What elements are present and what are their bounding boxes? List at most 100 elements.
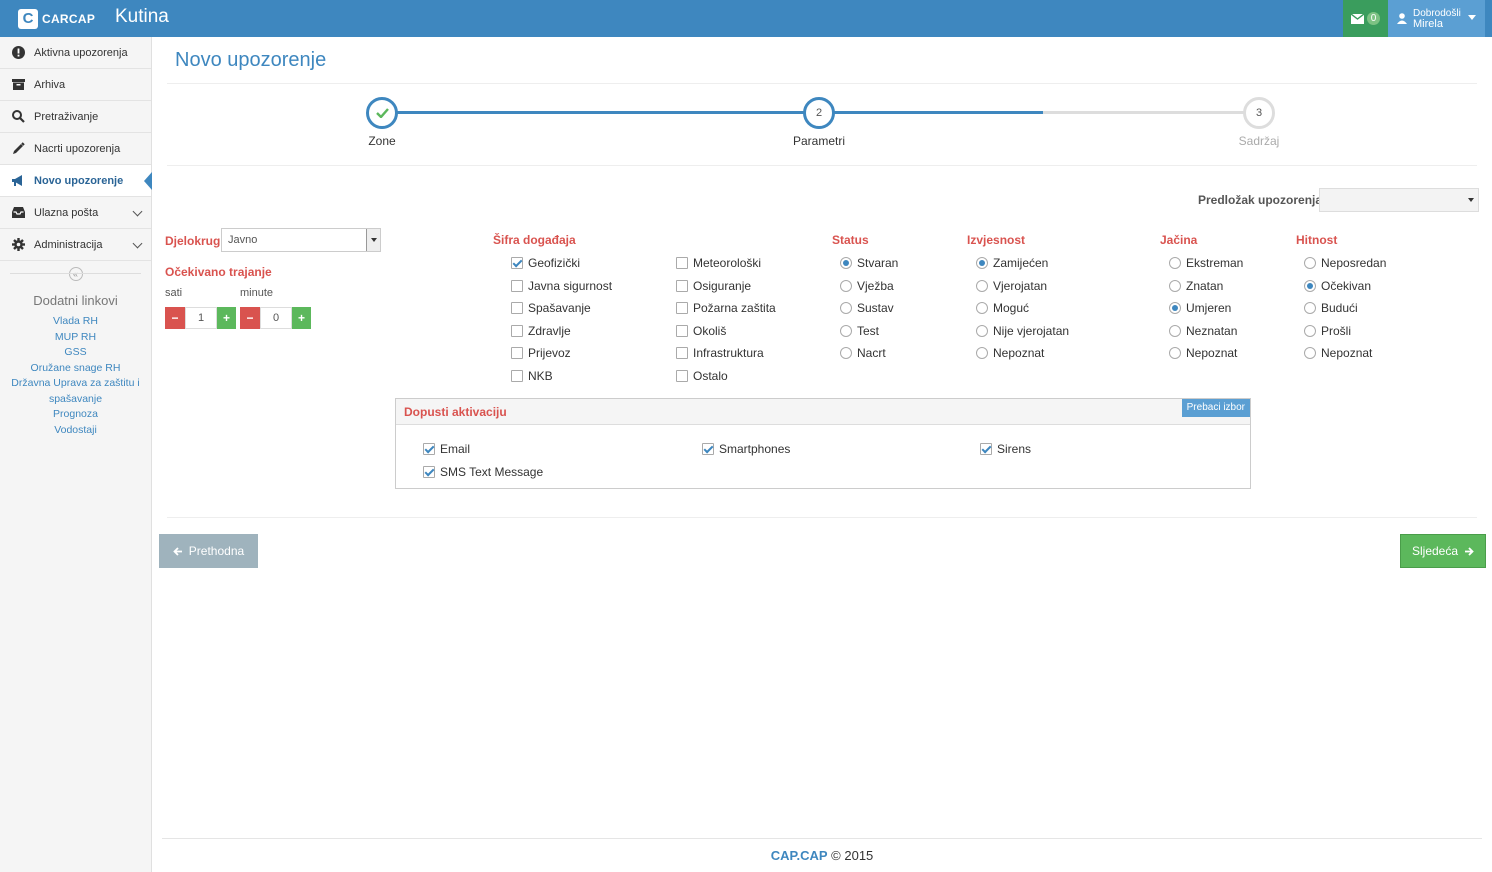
link-duzs[interactable]: Državna Uprava za zaštitu i spašavanje [6, 376, 146, 407]
radio[interactable] [1304, 257, 1316, 269]
minutes-increment-button[interactable]: + [292, 307, 311, 329]
radio[interactable] [1169, 347, 1181, 359]
link-vlada[interactable]: Vlada RH [0, 314, 151, 330]
event-code-option[interactable]: Javna sigurnost [511, 279, 612, 293]
sidebar-collapse-button[interactable]: « [68, 267, 83, 281]
hours-increment-button[interactable]: + [217, 307, 236, 329]
certainty-option[interactable]: Moguć [976, 301, 1029, 315]
radio[interactable] [976, 302, 988, 314]
minutes-input[interactable]: 0 [260, 307, 292, 329]
checkbox[interactable] [676, 369, 688, 382]
event-code-option[interactable]: Meteorološki [676, 256, 761, 270]
link-vodostaji[interactable]: Vodostaji [0, 423, 151, 439]
sidebar-item-administration[interactable]: Administracija [0, 229, 151, 261]
severity-option[interactable]: Nepoznat [1169, 346, 1237, 360]
checkbox[interactable] [511, 279, 523, 292]
channel-sms[interactable]: SMS Text Message [423, 465, 543, 479]
event-code-option[interactable]: Infrastruktura [676, 346, 764, 360]
wizard-step-zone[interactable] [366, 97, 398, 129]
radio[interactable] [1304, 302, 1316, 314]
radio[interactable] [840, 257, 852, 269]
messages-button[interactable]: 0 [1343, 0, 1388, 37]
link-prognoza[interactable]: Prognoza [0, 407, 151, 423]
certainty-option[interactable]: Nepoznat [976, 346, 1044, 360]
radio[interactable] [1169, 302, 1181, 314]
checkbox[interactable] [511, 257, 523, 269]
radio[interactable] [840, 347, 852, 359]
checkbox[interactable] [423, 443, 435, 455]
radio[interactable] [1304, 324, 1316, 337]
checkbox[interactable] [676, 257, 688, 269]
event-code-option[interactable]: Osiguranje [676, 279, 751, 293]
event-code-option[interactable]: Zdravlje [511, 324, 571, 338]
radio[interactable] [976, 279, 988, 292]
checkbox[interactable] [511, 302, 523, 314]
urgency-option[interactable]: Prošli [1304, 324, 1351, 338]
sidebar-item-archive[interactable]: Arhiva [0, 69, 151, 101]
link-osrh[interactable]: Oružane snage RH [0, 361, 151, 377]
certainty-option[interactable]: Vjerojatan [976, 279, 1047, 293]
minutes-decrement-button[interactable]: − [240, 307, 260, 329]
channel-smartphones[interactable]: Smartphones [702, 442, 790, 456]
event-code-option[interactable]: Požarna zaštita [676, 301, 776, 315]
sidebar-item-search[interactable]: Pretraživanje [0, 101, 151, 133]
urgency-option[interactable]: Neposredan [1304, 256, 1386, 270]
radio[interactable] [1304, 347, 1316, 359]
event-code-option[interactable]: Prijevoz [511, 346, 571, 360]
sidebar-item-inbox[interactable]: Ulazna pošta [0, 197, 151, 229]
sidebar-item-drafts[interactable]: Nacrti upozorenja [0, 133, 151, 165]
radio[interactable] [840, 279, 852, 292]
channel-email[interactable]: Email [423, 442, 470, 456]
severity-option[interactable]: Znatan [1169, 279, 1223, 293]
wizard-step-content[interactable]: 3 [1243, 97, 1275, 129]
severity-option[interactable]: Umjeren [1169, 301, 1231, 315]
certainty-option[interactable]: Nije vjerojatan [976, 324, 1069, 338]
status-option[interactable]: Vježba [840, 279, 894, 293]
certainty-option[interactable]: Zamijećen [976, 256, 1048, 270]
radio[interactable] [1304, 279, 1316, 292]
status-option[interactable]: Test [840, 324, 879, 338]
toggle-selection-button[interactable]: Prebaci izbor [1181, 399, 1250, 417]
radio[interactable] [976, 347, 988, 359]
link-gss[interactable]: GSS [0, 345, 151, 361]
event-code-option[interactable]: Ostalo [676, 369, 728, 383]
radio[interactable] [976, 257, 988, 269]
radio[interactable] [976, 324, 988, 337]
checkbox[interactable] [676, 324, 688, 337]
checkbox[interactable] [511, 369, 523, 382]
hours-input[interactable]: 1 [185, 307, 217, 329]
user-menu-button[interactable]: Dobrodošli Mirela [1388, 0, 1485, 37]
wizard-step-parameters[interactable]: 2 [803, 97, 835, 129]
hours-decrement-button[interactable]: − [165, 307, 185, 329]
footer-brand[interactable]: CAP.CAP [771, 848, 828, 863]
severity-option[interactable]: Neznatan [1169, 324, 1237, 338]
radio[interactable] [1169, 279, 1181, 292]
template-select[interactable] [1319, 188, 1479, 212]
status-option[interactable]: Nacrt [840, 346, 886, 360]
status-option[interactable]: Sustav [840, 301, 894, 315]
scope-select[interactable]: Javno [221, 228, 381, 252]
checkbox[interactable] [511, 324, 523, 337]
radio[interactable] [840, 324, 852, 337]
urgency-option[interactable]: Budući [1304, 301, 1358, 315]
link-mup[interactable]: MUP RH [0, 330, 151, 346]
checkbox[interactable] [980, 443, 992, 455]
severity-option[interactable]: Ekstreman [1169, 256, 1243, 270]
app-logo[interactable]: C CARCAP [18, 8, 95, 29]
next-button[interactable]: Sljedeća [1400, 534, 1486, 568]
event-code-option[interactable]: Okoliš [676, 324, 726, 338]
urgency-option[interactable]: Očekivan [1304, 279, 1371, 293]
event-code-option[interactable]: Spašavanje [511, 301, 591, 315]
previous-button[interactable]: Prethodna [159, 534, 258, 568]
status-option[interactable]: Stvaran [840, 256, 898, 270]
checkbox[interactable] [702, 443, 714, 455]
channel-sirens[interactable]: Sirens [980, 442, 1031, 456]
sidebar-item-new-alert[interactable]: Novo upozorenje [0, 165, 152, 197]
event-code-option[interactable]: Geofizički [511, 256, 580, 270]
checkbox[interactable] [676, 279, 688, 292]
checkbox[interactable] [511, 347, 523, 359]
radio[interactable] [840, 302, 852, 314]
urgency-option[interactable]: Nepoznat [1304, 346, 1372, 360]
checkbox[interactable] [676, 347, 688, 359]
radio[interactable] [1169, 257, 1181, 269]
